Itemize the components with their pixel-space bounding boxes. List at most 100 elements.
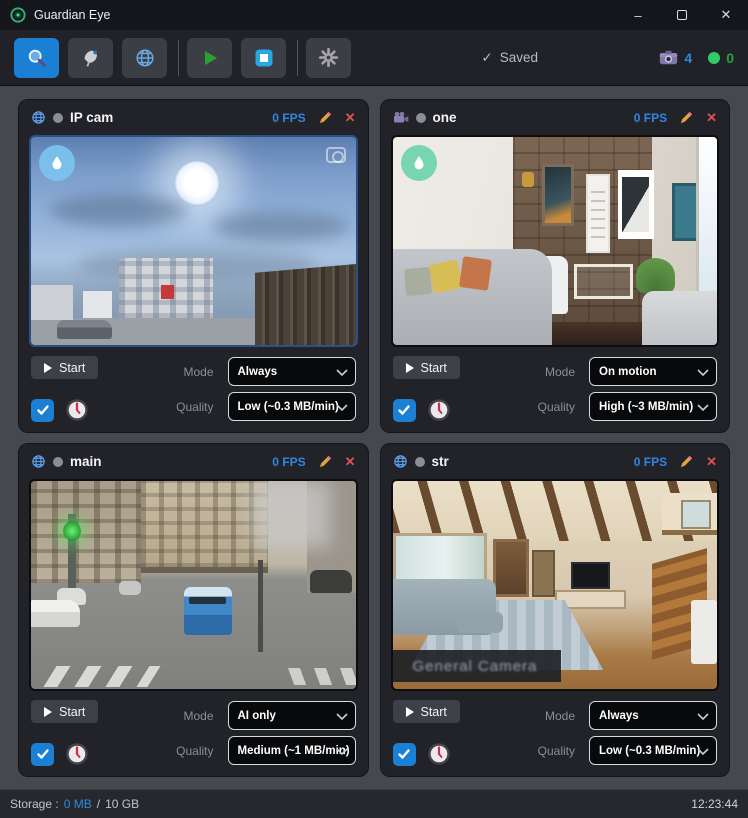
saved-label: Saved <box>500 50 538 65</box>
edit-pencil-icon[interactable] <box>679 110 694 125</box>
edit-pencil-icon[interactable] <box>318 110 333 125</box>
stop-all-button[interactable] <box>241 38 286 78</box>
enabled-checkbox[interactable] <box>393 399 416 422</box>
camera-panel-ipcam: IP cam 0 FPS ✕ <box>18 99 369 433</box>
mode-label: Mode <box>523 365 575 379</box>
fps-value: 0 FPS <box>634 111 667 125</box>
enabled-checkbox[interactable] <box>31 399 54 422</box>
play-icon <box>44 707 52 717</box>
settings-button[interactable] <box>306 38 351 78</box>
mode-select[interactable]: AI only <box>228 701 356 730</box>
satellite-dish-icon <box>80 47 102 69</box>
video-preview-main[interactable] <box>29 479 358 691</box>
play-icon <box>200 48 220 68</box>
quality-select[interactable]: Low (~0.3 MB/min) <box>228 392 356 421</box>
enabled-checkbox[interactable] <box>393 743 416 766</box>
chevron-down-icon <box>697 404 709 411</box>
chevron-down-icon <box>336 404 348 411</box>
current-time: 12:23:44 <box>691 797 738 811</box>
camera-name: one <box>433 110 457 125</box>
camera-panel-str: str 0 FPS ✕ <box>380 443 731 777</box>
play-icon <box>406 707 414 717</box>
toolbar-separator <box>178 40 179 76</box>
quality-select[interactable]: High (~3 MB/min) <box>589 392 717 421</box>
movie-camera-icon <box>393 111 409 124</box>
start-button[interactable]: Start <box>393 700 460 723</box>
mode-select[interactable]: Always <box>589 701 717 730</box>
app-window: Guardian Eye – ✕ <box>0 0 748 818</box>
panel-controls: Start Mode <box>381 691 730 776</box>
window-title: Guardian Eye <box>34 8 110 22</box>
camera-panel-main: main 0 FPS ✕ <box>18 443 369 777</box>
save-status: ✓ Saved <box>360 50 659 66</box>
schedule-clock-icon[interactable] <box>65 398 89 422</box>
status-dot <box>415 457 425 467</box>
remove-camera-icon[interactable]: ✕ <box>706 455 717 468</box>
storage-used[interactable]: 0 MB <box>64 797 92 811</box>
start-button[interactable]: Start <box>393 356 460 379</box>
chevron-down-icon <box>336 369 348 376</box>
tv <box>571 562 610 589</box>
mode-select[interactable]: On motion <box>589 357 717 386</box>
stop-icon <box>254 48 274 68</box>
camera-counters: 4 0 <box>659 50 734 66</box>
start-button[interactable]: Start <box>31 700 98 723</box>
globe-icon <box>393 454 408 469</box>
remove-camera-icon[interactable]: ✕ <box>706 111 717 124</box>
toolbar-separator <box>297 40 298 76</box>
schedule-clock-icon[interactable] <box>427 742 451 766</box>
edit-pencil-icon[interactable] <box>679 454 694 469</box>
mode-label: Mode <box>162 709 214 723</box>
quality-label: Quality <box>523 744 575 758</box>
chevron-down-icon <box>336 713 348 720</box>
fps-value: 0 FPS <box>634 455 667 469</box>
mode-select[interactable]: Always <box>228 357 356 386</box>
storage-separator: / <box>97 797 100 811</box>
web-cameras-button[interactable] <box>122 38 167 78</box>
schedule-clock-icon[interactable] <box>427 398 451 422</box>
quality-label: Quality <box>523 400 575 414</box>
drop-overlay-icon <box>39 145 75 181</box>
quality-select[interactable]: Medium (~1 MB/min) <box>228 736 356 765</box>
storage-label: Storage : <box>10 797 59 811</box>
chevron-down-icon <box>697 748 709 755</box>
video-preview-one[interactable] <box>391 135 720 347</box>
quality-label: Quality <box>162 400 214 414</box>
quality-label: Quality <box>162 744 214 758</box>
app-logo-icon <box>10 7 26 23</box>
status-dot <box>53 113 63 123</box>
quality-select[interactable]: Low (~0.3 MB/min) <box>589 736 717 765</box>
remove-camera-icon[interactable]: ✕ <box>345 111 356 124</box>
maximize-button[interactable] <box>660 0 704 30</box>
edit-pencil-icon[interactable] <box>318 454 333 469</box>
maximize-icon <box>677 10 687 20</box>
camera-name: main <box>70 454 102 469</box>
video-preview-str[interactable]: General Camera <box>391 479 720 691</box>
start-button[interactable]: Start <box>31 356 98 379</box>
recording-dot-icon <box>708 52 720 64</box>
blue-car <box>184 587 233 635</box>
discover-button[interactable] <box>14 38 59 78</box>
close-button[interactable]: ✕ <box>704 0 748 30</box>
panel-controls: Start Mode <box>19 347 368 432</box>
saved-check-icon: ✓ <box>481 50 492 66</box>
fps-value: 0 FPS <box>272 111 305 125</box>
chevron-down-icon <box>697 369 709 376</box>
drop-overlay-icon <box>401 145 437 181</box>
status-bar: Storage : 0 MB / 10 GB 12:23:44 <box>0 789 748 818</box>
video-preview-ipcam[interactable] <box>29 135 358 347</box>
chevron-down-icon <box>697 713 709 720</box>
network-scan-button[interactable] <box>68 38 113 78</box>
panel-controls: Start Mode <box>381 347 730 432</box>
remove-camera-icon[interactable]: ✕ <box>345 455 356 468</box>
moon <box>174 160 220 206</box>
status-dot <box>53 457 63 467</box>
minimize-button[interactable]: – <box>616 0 660 30</box>
play-icon <box>406 363 414 373</box>
panel-header: main 0 FPS ✕ <box>19 444 368 479</box>
start-all-button[interactable] <box>187 38 232 78</box>
mode-label: Mode <box>523 709 575 723</box>
enabled-checkbox[interactable] <box>31 743 54 766</box>
schedule-clock-icon[interactable] <box>65 742 89 766</box>
fps-value: 0 FPS <box>272 455 305 469</box>
